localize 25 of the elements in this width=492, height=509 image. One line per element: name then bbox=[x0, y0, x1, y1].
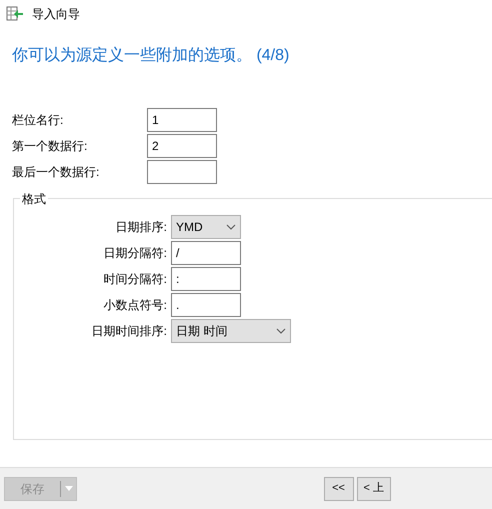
window-title: 导入向导 bbox=[32, 6, 80, 23]
input-field[interactable]: : bbox=[171, 267, 241, 291]
field-label: 第一个数据行: bbox=[12, 138, 88, 155]
group-title: 格式 bbox=[20, 190, 48, 208]
field-label: 小数点符号: bbox=[102, 297, 168, 314]
field-label: 日期分隔符: bbox=[102, 245, 168, 262]
field-label: 最后一个数据行: bbox=[12, 164, 100, 181]
field-label: 时间分隔符: bbox=[102, 271, 168, 288]
input-field[interactable]: . bbox=[171, 293, 241, 317]
field-label: 日期时间排序: bbox=[90, 323, 168, 340]
input-field[interactable] bbox=[147, 160, 217, 184]
nav-button[interactable]: < 上 bbox=[356, 476, 391, 500]
input-field[interactable]: 1 bbox=[147, 108, 217, 132]
dropdown[interactable]: YMD bbox=[171, 215, 241, 239]
page-heading: 你可以为源定义一些附加的选项。 (4/8) bbox=[12, 46, 290, 66]
dropdown[interactable]: 日期 时间 bbox=[171, 319, 291, 343]
table-import-icon bbox=[6, 6, 24, 22]
nav-button[interactable]: << bbox=[324, 476, 354, 500]
chevron-down-icon bbox=[276, 328, 286, 334]
input-field[interactable]: / bbox=[171, 241, 241, 265]
field-label: 日期排序: bbox=[114, 219, 168, 236]
input-field[interactable]: 2 bbox=[147, 134, 217, 158]
chevron-down-icon bbox=[226, 224, 236, 230]
caret-icon bbox=[64, 486, 72, 491]
field-label: 栏位名行: bbox=[12, 112, 64, 129]
